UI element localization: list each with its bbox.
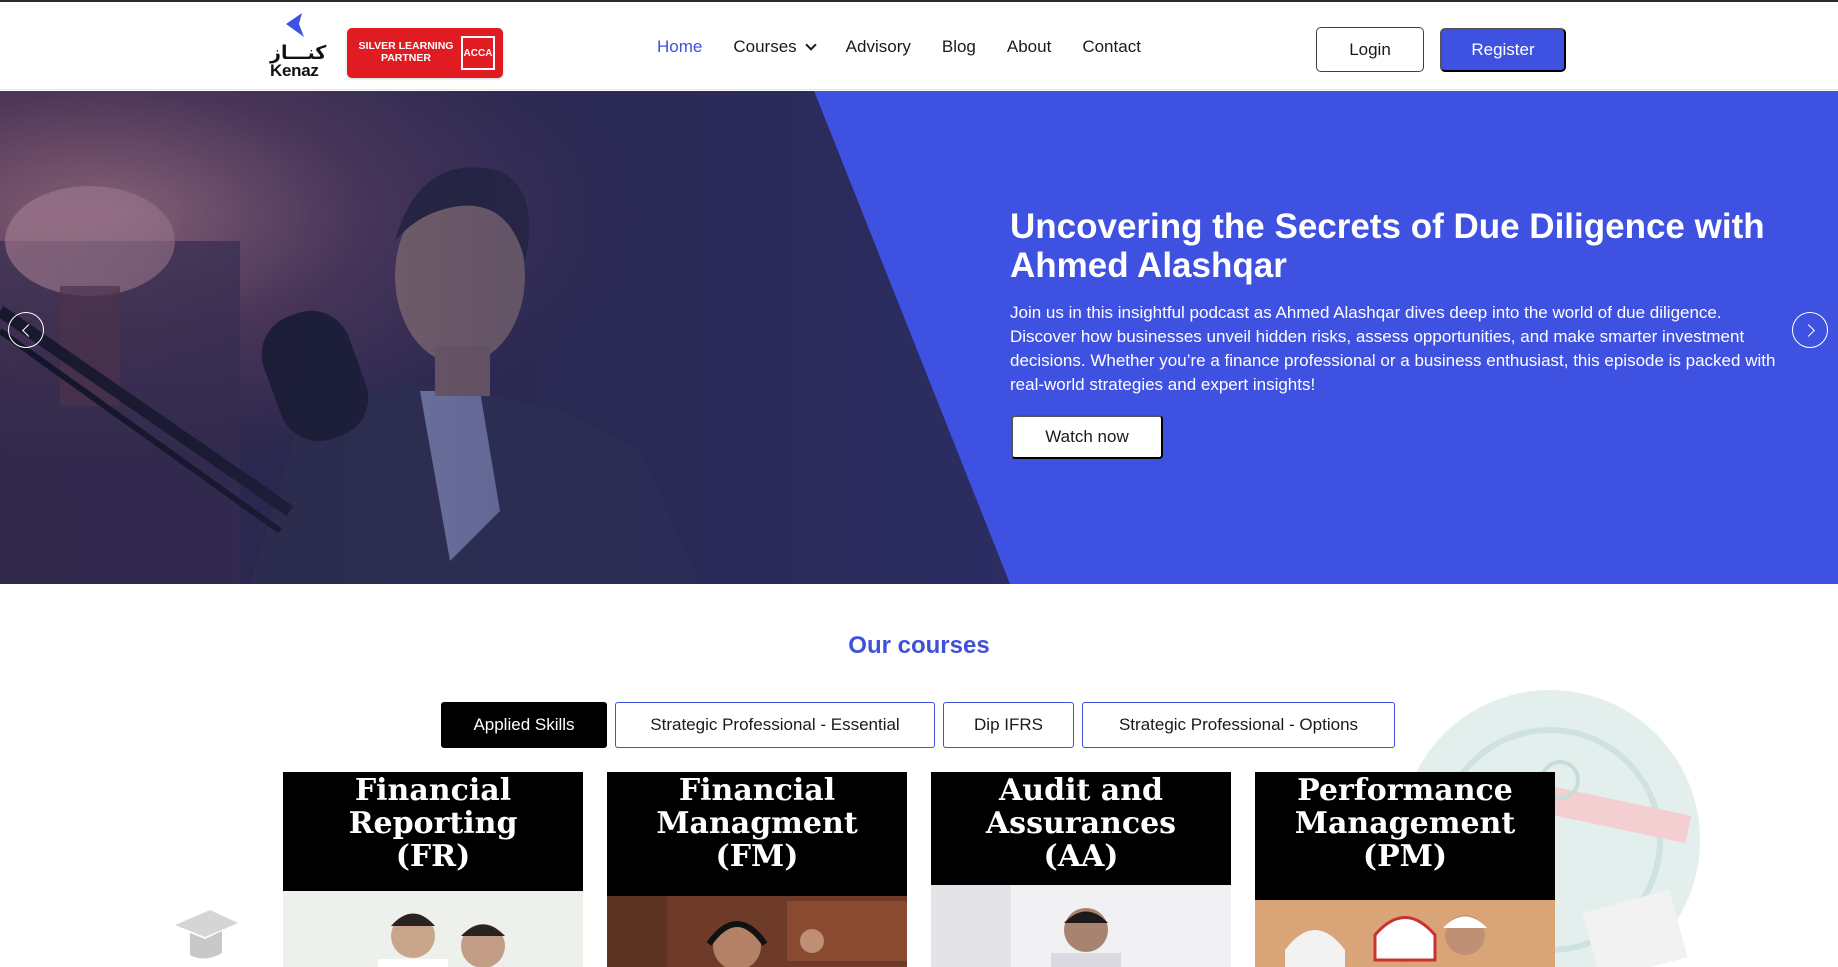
chevron-right-icon: [1801, 323, 1815, 337]
course-card-aa[interactable]: Audit and Assurances (AA): [931, 772, 1231, 967]
nav-courses-label: Courses: [733, 37, 797, 56]
hero-podcast-photo: [0, 91, 1010, 584]
course-card-pm[interactable]: Performance Management (PM): [1255, 772, 1555, 967]
graduation-cap-icon: [175, 910, 238, 959]
course-category-tabs: Applied Skills Strategic Professional - …: [441, 702, 1403, 748]
tab-dip-ifrs[interactable]: Dip IFRS: [943, 702, 1074, 748]
main-nav: Home Courses Advisory Blog About Contact: [657, 36, 1172, 58]
course-card-title: Financial Reporting (FR): [283, 772, 583, 891]
course-card-image: [931, 885, 1231, 967]
hero-banner: Uncovering the Secrets of Due Diligence …: [0, 91, 1838, 584]
site-header: كنـــاز Kenaz SILVER LEARNING PARTNER AC…: [0, 2, 1838, 90]
logo-latin-text: Kenaz: [270, 61, 319, 80]
nav-about[interactable]: About: [1007, 37, 1051, 57]
course-card-fr[interactable]: Financial Reporting (FR): [283, 772, 583, 967]
tab-strategic-professional-essential[interactable]: Strategic Professional - Essential: [615, 702, 935, 748]
course-cards: Financial Reporting (FR) Financial Manag…: [283, 772, 1579, 967]
nav-courses[interactable]: Courses: [733, 37, 817, 57]
watch-now-button[interactable]: Watch now: [1011, 415, 1163, 459]
courses-heading: Our courses: [848, 632, 990, 659]
partner-badge-text: SILVER LEARNING PARTNER: [358, 40, 454, 64]
acca-logo: ACCA: [461, 36, 495, 70]
chevron-down-icon: [805, 39, 817, 51]
nav-blog[interactable]: Blog: [942, 37, 976, 57]
course-card-title: Performance Management (PM): [1255, 772, 1555, 900]
course-card-fm[interactable]: Financial Managment (FM): [607, 772, 907, 967]
nav-advisory[interactable]: Advisory: [846, 37, 911, 57]
acca-partner-badge: SILVER LEARNING PARTNER ACCA: [347, 28, 503, 78]
course-card-image: [1255, 900, 1555, 967]
hero-title: Uncovering the Secrets of Due Diligence …: [1010, 207, 1765, 285]
carousel-next-button[interactable]: [1792, 312, 1828, 348]
course-card-title: Audit and Assurances (AA): [931, 772, 1231, 885]
tab-strategic-professional-options[interactable]: Strategic Professional - Options: [1082, 702, 1395, 748]
carousel-prev-button[interactable]: [8, 312, 44, 348]
nav-home[interactable]: Home: [657, 37, 702, 57]
nav-contact[interactable]: Contact: [1082, 37, 1141, 57]
course-card-image: [283, 891, 583, 967]
register-button[interactable]: Register: [1440, 28, 1566, 72]
login-button[interactable]: Login: [1316, 27, 1424, 72]
kenaz-logo[interactable]: كنـــاز Kenaz: [266, 12, 326, 84]
course-card-image: [607, 896, 907, 967]
chevron-left-icon: [21, 323, 35, 337]
kenaz-logo-icon: [286, 13, 304, 37]
course-card-title: Financial Managment (FM): [607, 772, 907, 896]
tab-applied-skills[interactable]: Applied Skills: [441, 702, 607, 748]
hero-description: Join us in this insightful podcast as Ah…: [1010, 303, 1776, 394]
